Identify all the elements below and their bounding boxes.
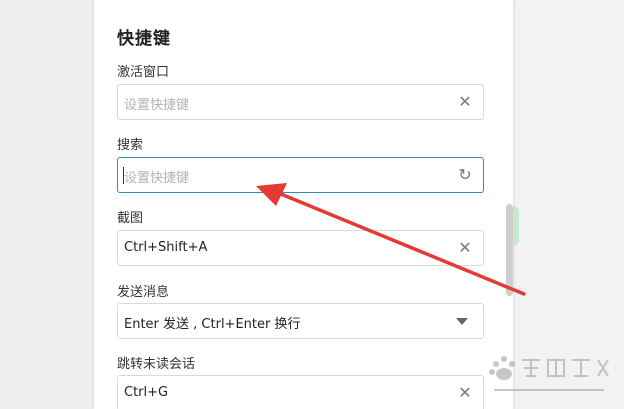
jump-unread-shortcut-value: Ctrl+G [124, 385, 169, 400]
reset-icon[interactable]: ↻ [457, 167, 473, 183]
jump-unread-shortcut-input[interactable]: Ctrl+G ✕ [117, 375, 484, 409]
field-label-jump-unread: 跳转未读会话 [117, 357, 196, 372]
send-message-selected-value: Enter 发送 , Ctrl+Enter 换行 [124, 317, 301, 332]
screenshot-shortcut-value: Ctrl+Shift+A [124, 240, 208, 255]
field-label-screenshot: 截图 [117, 211, 144, 226]
activate-window-placeholder: 设置快捷键 [124, 98, 190, 113]
window-edge-accent [513, 206, 519, 246]
screenshot-shortcut-input[interactable]: Ctrl+Shift+A ✕ [117, 230, 484, 266]
close-icon[interactable]: ✕ [457, 385, 473, 401]
send-message-select[interactable]: Enter 发送 , Ctrl+Enter 换行 [117, 303, 484, 339]
watermark-logo [489, 356, 609, 391]
field-label-search: 搜索 [117, 138, 144, 153]
close-icon[interactable]: ✕ [457, 94, 473, 110]
background-strip [514, 0, 624, 409]
search-shortcut-input[interactable]: 设置快捷键 ↻ [117, 157, 484, 193]
search-placeholder: 设置快捷键 [124, 171, 190, 186]
field-label-send-message: 发送消息 [117, 285, 170, 300]
field-label-activate-window: 激活窗口 [117, 65, 170, 80]
scrollbar-thumb[interactable] [506, 204, 513, 296]
close-icon[interactable]: ✕ [457, 240, 473, 256]
section-title: 快捷键 [117, 29, 171, 49]
activate-window-shortcut-input[interactable]: 设置快捷键 ✕ [117, 84, 484, 120]
dropdown-arrow-icon[interactable] [456, 318, 468, 325]
